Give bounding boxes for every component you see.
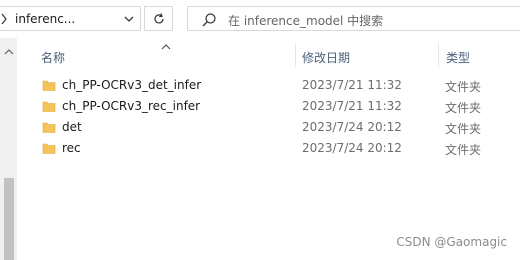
column-header-date[interactable]: 修改日期: [302, 49, 350, 66]
file-date: 2023/7/21 11:32: [302, 78, 402, 92]
file-date: 2023/7/21 11:32: [302, 99, 402, 113]
folder-icon: [42, 141, 56, 158]
file-type: 文件夹: [445, 143, 482, 157]
folder-icon: [42, 78, 56, 95]
folder-icon: [42, 120, 56, 137]
file-row[interactable]: ch_PP-OCRv3_rec_infer 2023/7/21 11:32 文件…: [17, 96, 520, 117]
search-input[interactable]: 在 inference_model 中搜索: [228, 12, 383, 29]
column-header-name[interactable]: 名称: [41, 49, 65, 66]
watermark: CSDN @Gaomagic: [396, 235, 507, 249]
refresh-icon: [154, 13, 164, 24]
file-date: 2023/7/24 20:12: [302, 141, 402, 155]
file-type: 文件夹: [445, 80, 482, 94]
search-box[interactable]: 在 inference_model 中搜索: [187, 6, 520, 31]
file-row[interactable]: ch_PP-OCRv3_det_infer 2023/7/21 11:32 文件…: [17, 75, 520, 96]
address-path: inferenc...: [15, 12, 76, 26]
refresh-button[interactable]: [144, 6, 173, 31]
file-type: 文件夹: [445, 122, 482, 136]
column-header-type[interactable]: 类型: [446, 49, 470, 66]
scroll-up-arrow-icon[interactable]: [4, 44, 14, 58]
vertical-scrollbar[interactable]: [0, 38, 17, 260]
breadcrumb-chevron-icon: [0, 12, 10, 26]
search-icon: [202, 13, 216, 27]
file-name: det: [62, 120, 82, 134]
column-header-row: 名称 修改日期 类型: [17, 38, 520, 72]
column-divider[interactable]: [295, 43, 296, 67]
toolbar: inferenc... 在 inference_model 中搜索: [0, 0, 520, 38]
file-name: rec: [62, 141, 81, 155]
file-type: 文件夹: [445, 101, 482, 115]
file-name: ch_PP-OCRv3_det_infer: [62, 78, 202, 92]
address-bar[interactable]: inferenc...: [0, 6, 141, 31]
sort-ascending-icon: [161, 39, 171, 53]
chevron-down-icon[interactable]: [123, 13, 135, 25]
folder-icon: [42, 99, 56, 116]
file-row[interactable]: det 2023/7/24 20:12 文件夹: [17, 117, 520, 138]
file-name: ch_PP-OCRv3_rec_infer: [62, 99, 201, 113]
column-divider[interactable]: [438, 43, 439, 67]
scrollbar-thumb[interactable]: [4, 178, 14, 260]
file-date: 2023/7/24 20:12: [302, 120, 402, 134]
file-list: ch_PP-OCRv3_det_infer 2023/7/21 11:32 文件…: [17, 75, 520, 159]
file-row[interactable]: rec 2023/7/24 20:12 文件夹: [17, 138, 520, 159]
